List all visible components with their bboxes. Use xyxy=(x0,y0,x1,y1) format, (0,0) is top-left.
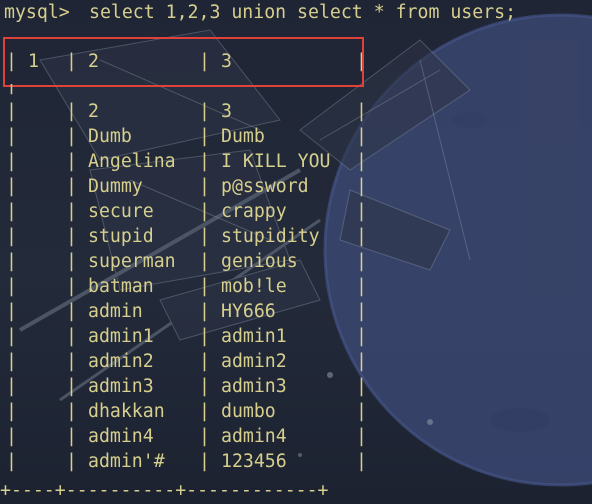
cell-password: crappy xyxy=(221,201,287,222)
column-divider: | xyxy=(66,401,77,422)
column-divider: | xyxy=(199,101,210,122)
column-divider: | xyxy=(199,251,210,272)
cell-username: admin xyxy=(88,301,143,322)
column-divider: | xyxy=(356,101,367,122)
column-divider: | xyxy=(356,126,367,147)
column-divider: | xyxy=(66,226,77,247)
column-divider: | xyxy=(6,426,17,447)
column-divider: | xyxy=(6,126,17,147)
column-divider: | xyxy=(66,426,77,447)
cell-username: admin2 xyxy=(88,351,154,372)
column-divider: | xyxy=(356,226,367,247)
column-divider: | xyxy=(356,451,367,472)
column-divider: | xyxy=(199,201,210,222)
column-divider: | xyxy=(199,351,210,372)
separator-top: | | | | xyxy=(6,84,17,95)
column-divider: | xyxy=(199,301,210,322)
column-divider: | xyxy=(199,326,210,347)
cell-password: admin4 xyxy=(221,426,287,447)
cell-username: superman xyxy=(88,251,176,272)
cell-username: Dummy xyxy=(88,176,143,197)
highlight-box xyxy=(3,37,364,87)
column-divider: | xyxy=(356,401,367,422)
cell-username: stupid xyxy=(88,226,154,247)
cell-password: Dumb xyxy=(221,126,265,147)
column-divider: | xyxy=(199,401,210,422)
column-divider: | xyxy=(66,351,77,372)
column-divider: | xyxy=(66,376,77,397)
cell-password: admin3 xyxy=(221,376,287,397)
column-divider: | xyxy=(6,351,17,372)
column-divider: | xyxy=(199,126,210,147)
column-divider: | xyxy=(66,101,77,122)
cell-password: dumbo xyxy=(221,401,276,422)
mysql-prompt: mysql> xyxy=(4,2,70,23)
column-divider: | xyxy=(356,151,367,172)
column-divider: | xyxy=(356,201,367,222)
column-divider: | xyxy=(356,251,367,272)
column-divider: | xyxy=(6,326,17,347)
cell-password: admin2 xyxy=(221,351,287,372)
column-divider: | xyxy=(6,101,17,122)
terminal-window[interactable]: mysql> select 1,2,3 union select * from … xyxy=(0,0,592,504)
column-divider: | xyxy=(356,176,367,197)
column-divider: | xyxy=(356,426,367,447)
column-divider: | xyxy=(66,276,77,297)
column-divider: | xyxy=(66,126,77,147)
column-divider: | xyxy=(199,426,210,447)
column-divider: | xyxy=(356,351,367,372)
column-divider: | xyxy=(199,276,210,297)
cell-username: admin3 xyxy=(88,376,154,397)
command-line: mysql> select 1,2,3 union select * from … xyxy=(0,0,516,25)
column-divider: | xyxy=(356,376,367,397)
column-divider: | xyxy=(66,326,77,347)
sql-command: select 1,2,3 union select * from users; xyxy=(89,2,517,23)
column-divider: | xyxy=(356,326,367,347)
column-divider: | xyxy=(6,276,17,297)
cell-password: stupidity xyxy=(221,226,320,247)
terminal-output: mysql> select 1,2,3 union select * from … xyxy=(0,0,592,504)
column-divider: | xyxy=(6,251,17,272)
cell-password: 3 xyxy=(221,101,232,122)
cell-password: HY666 xyxy=(221,301,276,322)
column-divider: | xyxy=(199,376,210,397)
column-divider: | xyxy=(66,151,77,172)
cell-username: secure xyxy=(88,201,154,222)
cell-password: genious xyxy=(221,251,298,272)
column-divider: | xyxy=(356,276,367,297)
column-divider: | xyxy=(6,201,17,222)
cell-username: admin4 xyxy=(88,426,154,447)
cell-username: Dumb xyxy=(88,126,132,147)
cell-password: admin1 xyxy=(221,326,287,347)
column-divider: | xyxy=(66,201,77,222)
column-divider: | xyxy=(199,176,210,197)
column-divider: | xyxy=(6,176,17,197)
column-divider: | xyxy=(356,301,367,322)
cell-password: I KILL YOU xyxy=(221,151,331,172)
cell-password: mob!le xyxy=(221,276,287,297)
column-divider: | xyxy=(6,226,17,247)
table-bottom-border: +----+----------+------------+ xyxy=(0,480,329,501)
cell-username: dhakkan xyxy=(88,401,165,422)
cell-username: 2 xyxy=(88,101,99,122)
column-divider: | xyxy=(199,451,210,472)
column-divider: | xyxy=(6,151,17,172)
cell-password: 123456 xyxy=(221,451,287,472)
column-divider: | xyxy=(199,226,210,247)
cell-username: batman xyxy=(88,276,154,297)
column-divider: | xyxy=(66,301,77,322)
cell-username: admin1 xyxy=(88,326,154,347)
column-divider: | xyxy=(66,251,77,272)
cell-username: Angelina xyxy=(88,151,176,172)
column-divider: | xyxy=(66,176,77,197)
column-divider: | xyxy=(199,151,210,172)
column-divider: | xyxy=(6,301,17,322)
cell-password: p@ssword xyxy=(221,176,309,197)
column-divider: | xyxy=(6,401,17,422)
column-divider: | xyxy=(66,451,77,472)
cell-username: admin'# xyxy=(88,451,165,472)
column-divider: | xyxy=(6,376,17,397)
column-divider: | xyxy=(6,451,17,472)
